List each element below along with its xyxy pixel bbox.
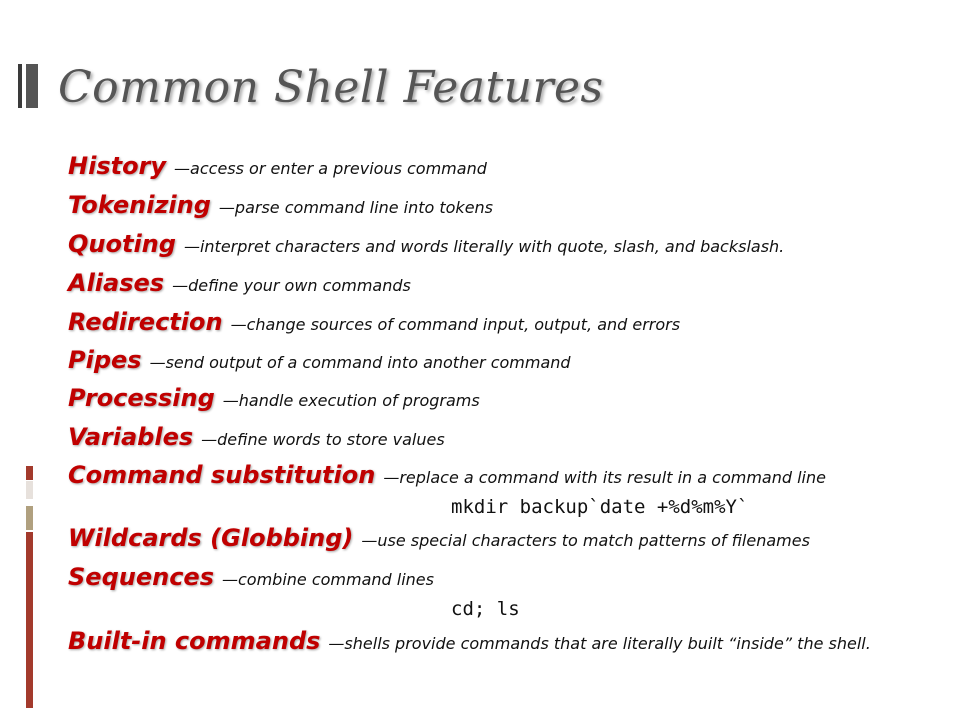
- feature-description: —shells provide commands that are litera…: [328, 634, 871, 653]
- side-accent-segment: [26, 506, 33, 530]
- feature-term: Sequences: [68, 563, 214, 591]
- feature-term: Quoting: [68, 230, 176, 258]
- slide-title: Common Shell Features: [58, 62, 604, 113]
- feature-item-processing: Processing —handle execution of programs: [68, 384, 480, 412]
- feature-term: Wildcards (Globbing): [68, 524, 354, 552]
- feature-item-pipes: Pipes —send output of a command into anot…: [68, 346, 571, 374]
- feature-item-sequences: Sequences —combine command lines: [68, 563, 434, 591]
- feature-term: Processing: [68, 384, 215, 412]
- feature-description: —access or enter a previous command: [174, 159, 487, 178]
- feature-item-history: History —access or enter a previous comma…: [68, 152, 487, 180]
- feature-description: —change sources of command input, output…: [230, 315, 681, 334]
- feature-item-variables: Variables —define words to store values: [68, 423, 445, 451]
- feature-item-built-in-commands: Built-in commands —shells provide command…: [68, 627, 871, 655]
- feature-description: —define words to store values: [201, 430, 445, 449]
- title-accent-bar: [18, 64, 22, 108]
- feature-item-redirection: Redirection —change sources of command in…: [68, 308, 680, 336]
- feature-description: —interpret characters and words literall…: [183, 237, 785, 256]
- feature-term: Tokenizing: [68, 191, 211, 219]
- command-substitution-example: mkdir backup`date +%d%m%Y`: [451, 496, 749, 518]
- feature-term: Pipes: [68, 346, 142, 374]
- feature-item-aliases: Aliases —define your own commands: [68, 269, 411, 297]
- side-accent-bar: [26, 532, 33, 708]
- feature-description: —use special characters to match pattern…: [361, 531, 810, 550]
- feature-term: Command substitution: [68, 461, 376, 489]
- feature-item-command-substitution: Command substitution —replace a command w…: [68, 461, 826, 489]
- feature-item-tokenizing: Tokenizing —parse command line into token…: [68, 191, 493, 219]
- title-accent-bar-thick: [26, 64, 38, 108]
- feature-term: Redirection: [68, 308, 223, 336]
- feature-description: —define your own commands: [172, 276, 411, 295]
- feature-description: —replace a command with its result in a …: [383, 468, 826, 487]
- feature-description: —parse command line into tokens: [218, 198, 494, 217]
- side-accent-segment: [26, 481, 33, 499]
- feature-term: History: [68, 152, 167, 180]
- feature-description: —handle execution of programs: [222, 391, 480, 410]
- feature-term: Built-in commands: [68, 627, 321, 655]
- feature-item-quoting: Quoting —interpret characters and words l…: [68, 230, 784, 258]
- feature-item-wildcards: Wildcards (Globbing) —use special charact…: [68, 524, 810, 552]
- feature-description: —combine command lines: [221, 570, 434, 589]
- sequences-example: cd; ls: [451, 598, 520, 620]
- feature-description: —send output of a command into another c…: [149, 353, 571, 372]
- feature-term: Aliases: [68, 269, 165, 297]
- side-accent-segment: [26, 466, 33, 480]
- feature-term: Variables: [68, 423, 194, 451]
